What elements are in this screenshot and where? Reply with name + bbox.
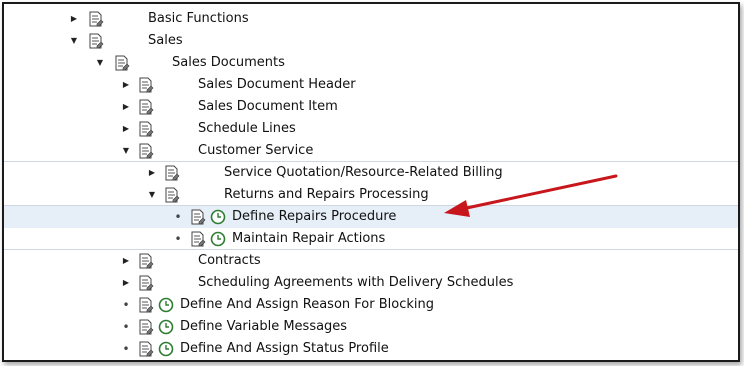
tree-node-contracts[interactable]: ▶ Contracts — [4, 250, 738, 272]
expand-arrow-icon[interactable]: ▶ — [146, 162, 158, 184]
tree-node-maintain-repair-actions[interactable]: • Maintain Repair Actions — [4, 228, 738, 250]
tree-node-basic-functions[interactable]: ▶ Basic Functions — [4, 8, 738, 30]
img-tree-window: ▶ Basic Functions ▼ Sales ▼ Sales Docume… — [2, 2, 740, 362]
document-icon — [139, 121, 154, 137]
collapse-arrow-icon[interactable]: ▼ — [146, 184, 158, 206]
expand-arrow-icon[interactable]: ▶ — [68, 8, 80, 30]
expand-arrow-icon[interactable]: ▶ — [120, 272, 132, 294]
expand-arrow-icon[interactable]: ▶ — [120, 250, 132, 272]
document-icon — [165, 187, 180, 203]
leaf-bullet-icon: • — [122, 320, 130, 334]
document-icon — [89, 11, 104, 27]
tree-node-schedule-lines[interactable]: ▶ Schedule Lines — [4, 118, 738, 140]
execute-clock-icon[interactable] — [158, 297, 174, 313]
document-icon — [139, 341, 154, 357]
document-icon — [139, 275, 154, 291]
collapse-arrow-icon[interactable]: ▼ — [120, 140, 132, 162]
collapse-arrow-icon[interactable]: ▼ — [94, 52, 106, 74]
tree-node-sales-document-header[interactable]: ▶ Sales Document Header — [4, 74, 738, 96]
tree-node-service-quotation[interactable]: ▶ Service Quotation/Resource-Related Bil… — [4, 162, 738, 184]
tree-node-customer-service[interactable]: ▼ Customer Service — [4, 140, 738, 162]
node-label: Define Repairs Procedure — [232, 209, 397, 224]
document-icon — [89, 33, 104, 49]
node-label: Schedule Lines — [198, 121, 296, 136]
node-label: Scheduling Agreements with Delivery Sche… — [198, 275, 514, 290]
node-label: Sales Documents — [172, 55, 285, 70]
node-label: Maintain Repair Actions — [232, 231, 386, 246]
execute-clock-icon[interactable] — [210, 209, 226, 225]
document-icon — [139, 319, 154, 335]
document-icon — [115, 55, 130, 71]
tree-node-scheduling-agreements[interactable]: ▶ Scheduling Agreements with Delivery Sc… — [4, 272, 738, 294]
node-label: Sales Document Item — [198, 99, 338, 114]
node-label: Sales — [148, 33, 183, 48]
execute-clock-icon[interactable] — [158, 341, 174, 357]
node-label: Basic Functions — [148, 11, 249, 26]
tree-node-sales-document-item[interactable]: ▶ Sales Document Item — [4, 96, 738, 118]
node-label: Customer Service — [198, 143, 314, 158]
leaf-bullet-icon: • — [122, 342, 130, 356]
node-label: Sales Document Header — [198, 77, 356, 92]
tree-node-sales-documents[interactable]: ▼ Sales Documents — [4, 52, 738, 74]
tree-node-returns-repairs[interactable]: ▼ Returns and Repairs Processing — [4, 184, 738, 206]
document-icon — [139, 297, 154, 313]
tree-node-define-variable-messages[interactable]: • Define Variable Messages — [4, 316, 738, 338]
node-label: Define And Assign Reason For Blocking — [180, 297, 434, 312]
node-label: Define And Assign Status Profile — [180, 341, 389, 356]
execute-clock-icon[interactable] — [158, 319, 174, 335]
leaf-bullet-icon: • — [174, 210, 182, 224]
node-label: Returns and Repairs Processing — [224, 187, 429, 202]
document-icon — [139, 143, 154, 159]
document-icon — [191, 209, 206, 225]
tree-node-define-repairs-procedure[interactable]: • Define Repairs Procedure — [4, 206, 738, 228]
tree-node-define-assign-reason-blocking[interactable]: • Define And Assign Reason For Blocking — [4, 294, 738, 316]
tree-node-define-assign-status-profile[interactable]: • Define And Assign Status Profile — [4, 338, 738, 360]
leaf-bullet-icon: • — [174, 232, 182, 246]
expand-arrow-icon[interactable]: ▶ — [120, 74, 132, 96]
expand-arrow-icon[interactable]: ▶ — [120, 118, 132, 140]
expand-arrow-icon[interactable]: ▶ — [120, 96, 132, 118]
document-icon — [139, 99, 154, 115]
node-label: Contracts — [198, 253, 261, 268]
node-label: Service Quotation/Resource-Related Billi… — [224, 165, 503, 180]
collapse-arrow-icon[interactable]: ▼ — [68, 30, 80, 52]
tree-node-sales[interactable]: ▼ Sales — [4, 30, 738, 52]
document-icon — [139, 77, 154, 93]
node-label: Define Variable Messages — [180, 319, 348, 334]
document-icon — [191, 231, 206, 247]
leaf-bullet-icon: • — [122, 298, 130, 312]
execute-clock-icon[interactable] — [210, 231, 226, 247]
document-icon — [139, 253, 154, 269]
document-icon — [165, 165, 180, 181]
